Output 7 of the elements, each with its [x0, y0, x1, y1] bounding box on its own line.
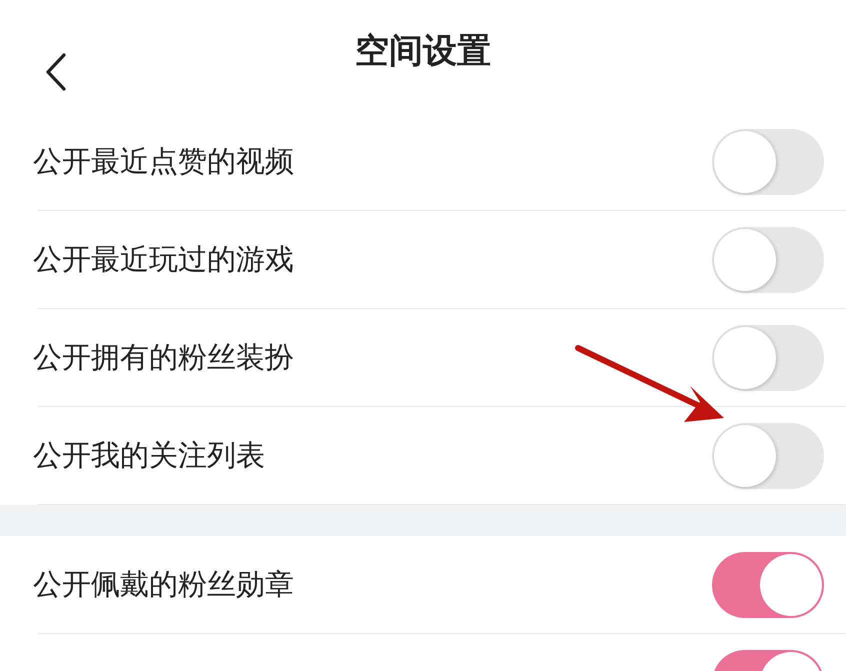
setting-label: 公开佩戴的粉丝勋章	[33, 566, 294, 602]
setting-label: 公开最近玩过的游戏	[33, 240, 294, 278]
page-title: 空间设置	[355, 30, 491, 72]
back-icon[interactable]	[44, 52, 68, 92]
setting-label: 公开最近点赞的视频	[33, 142, 294, 180]
setting-label: 公开拥有的粉丝装扮	[33, 338, 294, 376]
setting-label: 公开我的关注列表	[33, 436, 265, 474]
